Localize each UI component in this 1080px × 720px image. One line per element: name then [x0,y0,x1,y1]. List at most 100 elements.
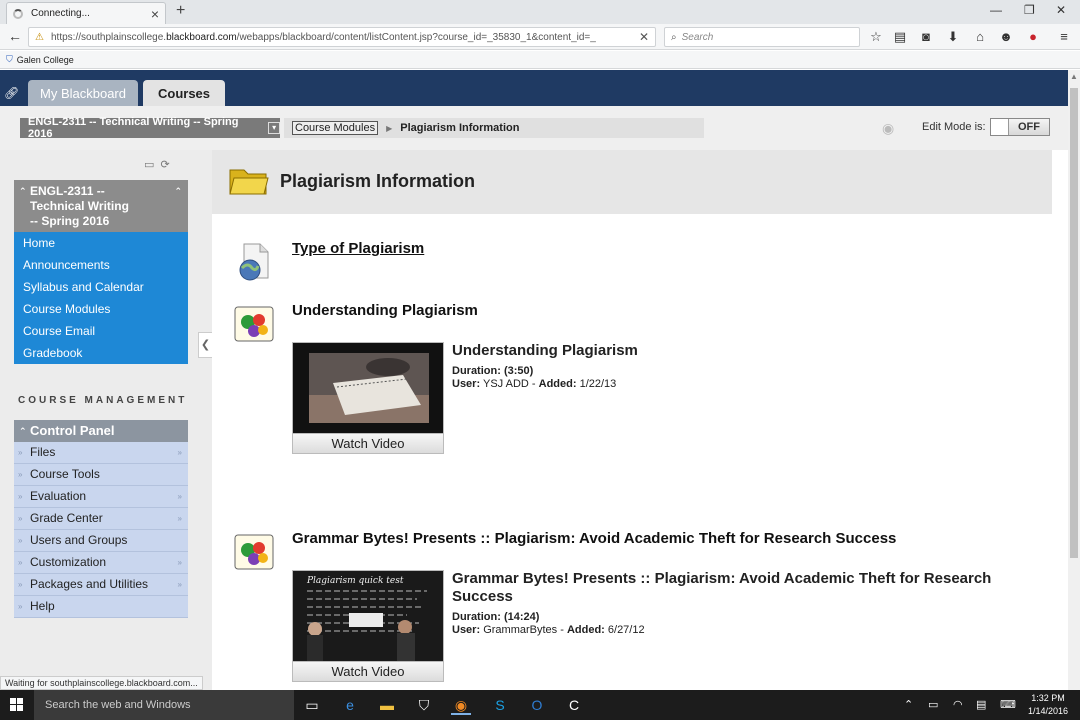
course-menu-item-course-modules[interactable]: Course Modules [14,298,188,320]
item-title-understanding-plagiarism[interactable]: Understanding Plagiarism [292,302,478,319]
submenu-arrow-icon[interactable]: » [178,552,182,573]
video-meta: Duration: (3:50) User: YSJ ADD - Added: … [452,365,617,390]
reading-list-icon[interactable]: ▤ [892,29,908,45]
windows-start-icon[interactable] [10,698,24,712]
quick-links-icon[interactable]: 🔗︎ [4,86,19,100]
search-icon: ⌕ [671,31,677,43]
restore-icon[interactable]: ❐ [1024,3,1035,17]
url-prefix: https://southplainscollege. [51,31,167,43]
notifications-icon[interactable]: ▤ [976,698,986,711]
video-still-notebook [293,343,443,433]
bookmark-galen-college[interactable]: Galen College [17,55,74,65]
course-select-dropdown[interactable]: ENGL-2311 -- Technical Writing -- Spring… [20,116,280,140]
battery-icon[interactable]: ▭ [928,698,938,711]
course-menu-item-course-email[interactable]: Course Email [14,320,188,342]
watch-video-button[interactable]: Watch Video [293,433,443,453]
user-value: YSJ ADD [482,378,529,390]
control-panel-item-label: Customization [30,555,107,569]
course-menu-item-syllabus[interactable]: Syllabus and Calendar [14,276,188,298]
submenu-arrow-icon[interactable]: » [178,442,182,463]
course-menu-item-announcements[interactable]: Announcements [14,254,188,276]
video-thumbnail[interactable]: Plagiarism quick test Watch Video [292,570,444,682]
taskbar-search[interactable]: Search the web and Windows [34,690,294,720]
control-panel-header[interactable]: ⌃ Control Panel [14,420,188,442]
chevron-down-icon: ▾ [268,122,280,134]
control-panel-item-files[interactable]: » Files » [14,442,188,464]
outlook-icon[interactable]: O [527,695,547,715]
pocket-icon[interactable]: ◙ [918,29,934,45]
tab-close-icon[interactable]: × [151,6,159,22]
duration-label: Duration: [452,365,501,377]
video-title-line: Grammar Bytes! Presents :: Plagiarism: A… [452,570,992,587]
menu-display-options-icon[interactable]: ▭ ⟳ [144,158,170,171]
video-thumbnail[interactable]: Watch Video [292,342,444,454]
video-title[interactable]: Understanding Plagiarism [452,342,638,360]
video-title[interactable]: Grammar Bytes! Presents :: Plagiarism: A… [452,570,1012,606]
control-panel-item-grade-center[interactable]: » Grade Center » [14,508,188,530]
camtasia-icon[interactable]: C [564,695,584,715]
control-panel-list: » Files » » Course Tools » Evaluation » » Grad… [14,442,188,618]
control-panel-item-label: Users and Groups [30,533,128,547]
loading-spinner-icon [13,8,23,19]
control-panel-item-help[interactable]: » Help [14,596,188,618]
keyboard-icon[interactable]: ⌨ [1000,698,1016,711]
download-icon[interactable]: ⬇ [945,29,961,45]
task-view-icon[interactable]: ▭ [302,695,322,715]
submenu-arrow-icon[interactable]: » [178,508,182,529]
control-panel-item-course-tools[interactable]: » Course Tools [14,464,188,486]
edit-mode-toggle[interactable]: OFF [990,118,1050,136]
folder-icon [229,169,269,195]
url-bar[interactable]: ⚠ https://southplainscollege. blackboard.… [28,27,656,47]
back-icon[interactable]: ← [8,28,22,44]
course-select-label: ENGL-2311 -- Technical Writing -- Spring… [28,116,239,140]
pinterest-icon[interactable]: ● [1025,29,1041,45]
submenu-arrow-icon[interactable]: » [178,574,182,595]
item-title-type-of-plagiarism[interactable]: Type of Plagiarism [292,240,424,257]
submenu-arrow-icon[interactable]: » [178,486,182,507]
edge-icon[interactable]: e [340,695,360,715]
clock-date: 1/14/2016 [1027,706,1069,716]
file-explorer-icon[interactable]: ▬ [377,695,397,715]
control-panel-item-label: Packages and Utilities [30,577,149,591]
course-menu-title[interactable]: ⌃ ⌃ ENGL-2311 -- Technical Writing -- Sp… [14,180,188,232]
tray-chevron-up-icon[interactable]: ⌃ [904,698,913,711]
taskbar-clock[interactable]: 1:32 PM 1/14/2016 [1024,692,1072,718]
control-panel-item-evaluation[interactable]: » Evaluation » [14,486,188,508]
browser-tab[interactable]: Connecting... × [6,2,166,24]
wifi-icon[interactable]: ◠ [953,698,963,711]
menu-icon[interactable]: ≡ [1056,29,1072,45]
toggle-knob [991,119,1009,135]
added-value: 1/22/13 [579,378,617,390]
tab-title: Connecting... [31,8,90,19]
control-panel-item-customization[interactable]: » Customization » [14,552,188,574]
home-icon[interactable]: ⌂ [972,29,988,45]
expand-icon: » [18,580,23,589]
collapse-menu-chevron-left-icon[interactable]: ❮ [198,332,212,358]
chat-icon[interactable]: ☻ [998,29,1014,45]
minimize-icon[interactable]: — [990,3,1002,17]
item-title-grammar-bytes[interactable]: Grammar Bytes! Presents :: Plagiarism: A… [292,530,896,547]
control-panel-item-users-groups[interactable]: » Users and Groups [14,530,188,552]
duration-label: Duration: [452,611,501,623]
scrollbar-thumb[interactable] [1070,88,1078,558]
breadcrumb-course-modules[interactable]: Course Modules [292,121,379,135]
page-scrollbar[interactable]: ▲ [1068,70,1080,690]
new-tab-button[interactable]: + [176,2,185,20]
scroll-up-icon[interactable]: ▲ [1070,72,1078,81]
course-menu-item-gradebook[interactable]: Gradebook [14,342,188,364]
tab-courses[interactable]: Courses [143,80,225,106]
watch-video-button[interactable]: Watch Video [293,661,443,681]
skype-icon[interactable]: S [490,695,510,715]
web-link-icon [239,243,269,281]
close-window-icon[interactable]: ✕ [1056,3,1066,17]
store-icon[interactable]: ⛉ [414,695,434,715]
firefox-icon[interactable]: ◉ [451,695,471,715]
bookmark-star-icon[interactable]: ☆ [868,29,884,45]
course-menu-item-home[interactable]: Home [14,232,188,254]
search-bar[interactable]: ⌕ Search [664,27,860,47]
stop-loading-icon[interactable]: ✕ [639,30,649,44]
expand-icon: » [18,602,23,611]
course-title-line: ENGL-2311 -- [30,184,105,198]
tab-my-blackboard[interactable]: My Blackboard [28,80,138,106]
control-panel-item-packages[interactable]: » Packages and Utilities » [14,574,188,596]
